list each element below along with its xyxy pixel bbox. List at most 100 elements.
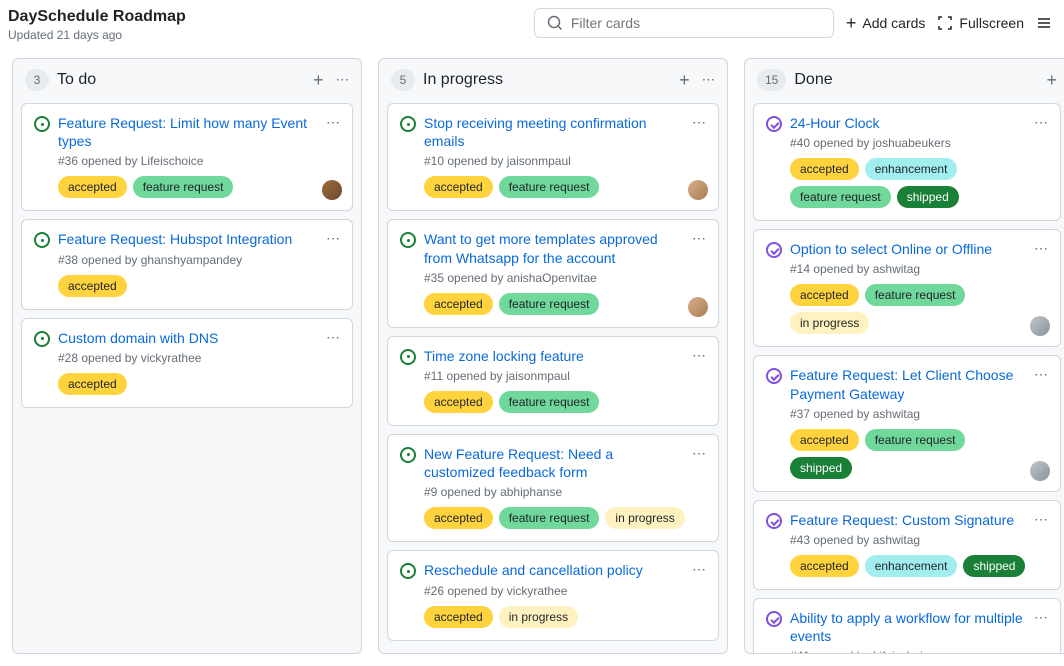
card-title[interactable]: Feature Request: Limit how many Event ty… <box>58 114 318 150</box>
card-menu-button[interactable]: ⋯ <box>326 230 340 248</box>
fullscreen-label: Fullscreen <box>959 15 1024 31</box>
todo-add-button[interactable]: + <box>313 71 324 89</box>
avatar[interactable] <box>688 297 708 317</box>
label-accepted[interactable]: accepted <box>58 275 127 297</box>
card-title[interactable]: 24-Hour Clock <box>790 114 1026 132</box>
label-feature-request[interactable]: feature request <box>133 176 234 198</box>
search-box[interactable] <box>534 8 834 38</box>
card[interactable]: Ability to apply a workflow for multiple… <box>753 598 1061 653</box>
card[interactable]: Want to get more templates approved from… <box>387 219 719 327</box>
card-title[interactable]: Reschedule and cancellation policy <box>424 561 684 579</box>
label-feature-request[interactable]: feature request <box>499 176 600 198</box>
label-accepted[interactable]: accepted <box>58 176 127 198</box>
card-title[interactable]: Feature Request: Custom Signature <box>790 511 1026 529</box>
board: 3 To do + ⋯ Feature Request: Limit how m… <box>0 58 1064 666</box>
card-menu-button[interactable]: ⋯ <box>1034 609 1048 645</box>
plus-icon: + <box>313 71 324 89</box>
card[interactable]: Feature Request: Hubspot Integration ⋯ #… <box>21 219 353 309</box>
card-title[interactable]: New Feature Request: Need a customized f… <box>424 445 684 481</box>
search-input[interactable] <box>571 15 821 31</box>
done-add-button[interactable]: + <box>1046 71 1057 89</box>
label-in-progress[interactable]: in progress <box>605 507 684 529</box>
menu-button[interactable] <box>1036 15 1052 31</box>
card-meta: #9 opened by abhiphanse <box>424 485 706 499</box>
add-cards-button[interactable]: + Add cards <box>846 14 926 32</box>
todo-menu-button[interactable]: ⋯ <box>336 71 349 89</box>
label-shipped[interactable]: shipped <box>963 555 1025 577</box>
label-shipped[interactable]: shipped <box>790 457 852 479</box>
header: DaySchedule Roadmap Updated 21 days ago … <box>0 0 1064 58</box>
card-title[interactable]: Time zone locking feature <box>424 347 684 365</box>
card[interactable]: Option to select Online or Offline ⋯ #14… <box>753 229 1061 347</box>
card-menu-button[interactable]: ⋯ <box>1034 366 1048 402</box>
in-progress-title: In progress <box>423 71 671 89</box>
done-issue-icon <box>766 513 782 529</box>
card-menu-button[interactable]: ⋯ <box>692 347 706 365</box>
label-accepted[interactable]: accepted <box>790 284 859 306</box>
card[interactable]: Feature Request: Limit how many Event ty… <box>21 103 353 211</box>
label-accepted[interactable]: accepted <box>790 429 859 451</box>
label-accepted[interactable]: accepted <box>424 507 493 529</box>
label-accepted[interactable]: accepted <box>424 606 493 628</box>
card-menu-button[interactable]: ⋯ <box>1034 240 1048 258</box>
card[interactable]: 24-Hour Clock ⋯ #40 opened by joshuabeuk… <box>753 103 1061 221</box>
label-accepted[interactable]: accepted <box>424 176 493 198</box>
board-title: DaySchedule Roadmap <box>8 8 186 26</box>
card[interactable]: Custom domain with DNS ⋯ #28 opened by v… <box>21 318 353 408</box>
card[interactable]: Feature Request: Let Client Choose Payme… <box>753 355 1061 491</box>
label-accepted[interactable]: accepted <box>790 555 859 577</box>
card-title[interactable]: Ability to apply a workflow for multiple… <box>790 609 1026 645</box>
card-title[interactable]: Custom domain with DNS <box>58 329 318 347</box>
card-title[interactable]: Want to get more templates approved from… <box>424 230 684 266</box>
card[interactable]: Feature Request: Custom Signature ⋯ #43 … <box>753 500 1061 590</box>
card-menu-button[interactable]: ⋯ <box>1034 114 1048 132</box>
card-menu-button[interactable]: ⋯ <box>1034 511 1048 529</box>
label-accepted[interactable]: accepted <box>790 158 859 180</box>
card-title[interactable]: Feature Request: Let Client Choose Payme… <box>790 366 1026 402</box>
label-feature-request[interactable]: feature request <box>865 284 966 306</box>
card-meta: #43 opened by ashwitag <box>790 533 1048 547</box>
label-shipped[interactable]: shipped <box>897 186 959 208</box>
card-meta: #14 opened by ashwitag <box>790 262 1048 276</box>
plus-icon: + <box>679 71 690 89</box>
avatar[interactable] <box>1030 461 1050 481</box>
label-feature-request[interactable]: feature request <box>499 507 600 529</box>
plus-icon: + <box>1046 71 1057 89</box>
fullscreen-button[interactable]: Fullscreen <box>937 15 1024 31</box>
card-menu-button[interactable]: ⋯ <box>692 230 706 266</box>
card-meta: #35 opened by anishaOpenvitae <box>424 271 706 285</box>
open-issue-icon <box>34 232 50 248</box>
card-meta: #41 opened by Lifeischoice <box>790 649 1048 653</box>
card-menu-button[interactable]: ⋯ <box>692 114 706 150</box>
label-accepted[interactable]: accepted <box>58 373 127 395</box>
card-menu-button[interactable]: ⋯ <box>326 329 340 347</box>
card-meta: #36 opened by Lifeischoice <box>58 154 340 168</box>
card-title[interactable]: Stop receiving meeting confirmation emai… <box>424 114 684 150</box>
open-issue-icon <box>400 563 416 579</box>
card-title[interactable]: Feature Request: Hubspot Integration <box>58 230 318 248</box>
label-feature-request[interactable]: feature request <box>790 186 891 208</box>
label-in-progress[interactable]: in progress <box>499 606 578 628</box>
card-meta: #10 opened by jaisonmpaul <box>424 154 706 168</box>
card[interactable]: New Feature Request: Need a customized f… <box>387 434 719 542</box>
label-enhancement[interactable]: enhancement <box>865 158 958 180</box>
label-accepted[interactable]: accepted <box>424 293 493 315</box>
card[interactable]: Time zone locking feature ⋯ #11 opened b… <box>387 336 719 426</box>
card-meta: #37 opened by ashwitag <box>790 407 1048 421</box>
in-progress-add-button[interactable]: + <box>679 71 690 89</box>
in-progress-count: 5 <box>391 69 415 91</box>
label-accepted[interactable]: accepted <box>424 391 493 413</box>
card-menu-button[interactable]: ⋯ <box>692 561 706 579</box>
label-feature-request[interactable]: feature request <box>865 429 966 451</box>
card-title[interactable]: Option to select Online or Offline <box>790 240 1026 258</box>
column-in-progress: 5 In progress + ⋯ Stop receiving meeting… <box>378 58 728 654</box>
card-menu-button[interactable]: ⋯ <box>326 114 340 150</box>
label-enhancement[interactable]: enhancement <box>865 555 958 577</box>
label-in-progress[interactable]: in progress <box>790 312 869 334</box>
label-feature-request[interactable]: feature request <box>499 391 600 413</box>
card[interactable]: Reschedule and cancellation policy ⋯ #26… <box>387 550 719 640</box>
card-menu-button[interactable]: ⋯ <box>692 445 706 481</box>
label-feature-request[interactable]: feature request <box>499 293 600 315</box>
card[interactable]: Stop receiving meeting confirmation emai… <box>387 103 719 211</box>
in-progress-menu-button[interactable]: ⋯ <box>702 71 715 89</box>
